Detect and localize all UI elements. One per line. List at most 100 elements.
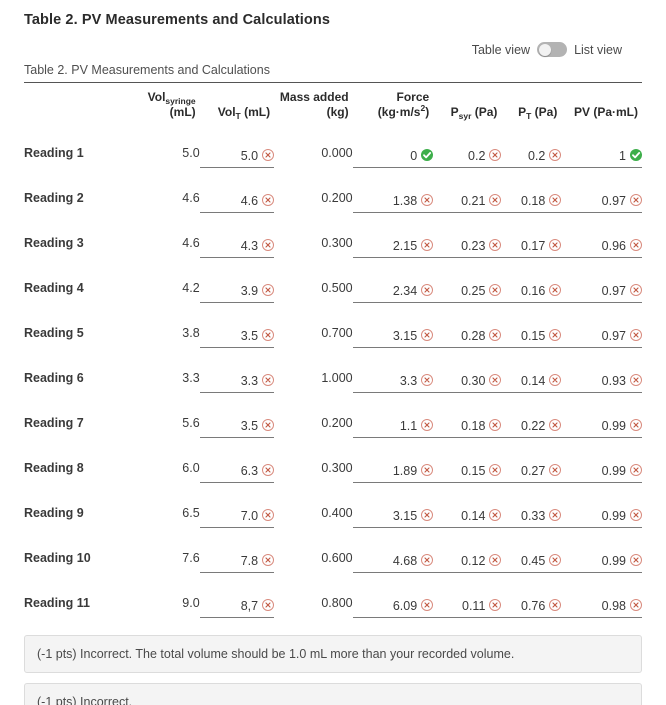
cell-pt[interactable]: 0.76 [501, 580, 562, 625]
cell-psyr[interactable]: 0.11 [433, 580, 502, 625]
cell-psyr[interactable]: 0.21 [433, 175, 502, 220]
input-volt[interactable]: 7.0 [199, 506, 275, 528]
cell-psyr[interactable]: 0.2 [433, 130, 502, 175]
input-pv[interactable]: 0.93 [561, 371, 642, 393]
cell-pt[interactable]: 0.16 [501, 265, 562, 310]
input-psyr[interactable]: 0.25 [433, 281, 502, 303]
cell-volt[interactable]: 6.3 [199, 445, 275, 490]
input-pt[interactable]: 0.17 [501, 236, 562, 258]
cell-force[interactable]: 1.1 [352, 400, 434, 445]
input-pv[interactable]: 0.99 [561, 551, 642, 573]
input-psyr[interactable]: 0.30 [433, 371, 502, 393]
input-psyr[interactable]: 0.28 [433, 326, 502, 348]
cell-pv[interactable]: 0.97 [561, 310, 642, 355]
input-psyr[interactable]: 0.2 [433, 146, 502, 168]
cell-volt[interactable]: 3.3 [199, 355, 275, 400]
input-pt[interactable]: 0.14 [501, 371, 562, 393]
input-force[interactable]: 4.68 [352, 551, 434, 573]
cell-pt[interactable]: 0.27 [501, 445, 562, 490]
input-pv[interactable]: 0.99 [561, 461, 642, 483]
input-force[interactable]: 2.15 [352, 236, 434, 258]
input-pv[interactable]: 0.96 [561, 236, 642, 258]
input-pt[interactable]: 0.15 [501, 326, 562, 348]
cell-pv[interactable]: 0.99 [561, 490, 642, 535]
cell-pv[interactable]: 1 [561, 130, 642, 175]
input-volt[interactable]: 8,7 [199, 596, 275, 618]
cell-volt[interactable]: 7.0 [199, 490, 275, 535]
cell-pt[interactable]: 0.17 [501, 220, 562, 265]
cell-pv[interactable]: 0.97 [561, 175, 642, 220]
cell-pv[interactable]: 0.93 [561, 355, 642, 400]
input-psyr[interactable]: 0.14 [433, 506, 502, 528]
input-pt[interactable]: 0.2 [501, 146, 562, 168]
cell-psyr[interactable]: 0.12 [433, 535, 502, 580]
input-psyr[interactable]: 0.21 [433, 191, 502, 213]
cell-psyr[interactable]: 0.14 [433, 490, 502, 535]
input-volt[interactable]: 6.3 [199, 461, 275, 483]
cell-pt[interactable]: 0.18 [501, 175, 562, 220]
cell-pt[interactable]: 0.14 [501, 355, 562, 400]
cell-pv[interactable]: 0.96 [561, 220, 642, 265]
input-pv[interactable]: 0.99 [561, 506, 642, 528]
input-psyr[interactable]: 0.15 [433, 461, 502, 483]
input-force[interactable]: 3.3 [352, 371, 434, 393]
input-volt[interactable]: 3.9 [199, 281, 275, 303]
input-volt[interactable]: 4.3 [199, 236, 275, 258]
cell-volt[interactable]: 4.3 [199, 220, 275, 265]
input-force[interactable]: 6.09 [352, 596, 434, 618]
input-force[interactable]: 0 [352, 146, 434, 168]
input-volt[interactable]: 3.3 [199, 371, 275, 393]
input-force[interactable]: 3.15 [352, 326, 434, 348]
input-pt[interactable]: 0.45 [501, 551, 562, 573]
cell-force[interactable]: 3.15 [352, 310, 434, 355]
input-pv[interactable]: 0.99 [561, 416, 642, 438]
cell-psyr[interactable]: 0.23 [433, 220, 502, 265]
cell-psyr[interactable]: 0.30 [433, 355, 502, 400]
cell-volt[interactable]: 3.5 [199, 400, 275, 445]
cell-pt[interactable]: 0.45 [501, 535, 562, 580]
cell-force[interactable]: 2.34 [352, 265, 434, 310]
cell-force[interactable]: 0 [352, 130, 434, 175]
cell-force[interactable]: 3.3 [352, 355, 434, 400]
input-pt[interactable]: 0.33 [501, 506, 562, 528]
input-pt[interactable]: 0.27 [501, 461, 562, 483]
view-mode-toggle-switch[interactable] [537, 42, 568, 57]
cell-force[interactable]: 3.15 [352, 490, 434, 535]
cell-pt[interactable]: 0.15 [501, 310, 562, 355]
cell-force[interactable]: 2.15 [352, 220, 434, 265]
cell-force[interactable]: 6.09 [352, 580, 434, 625]
input-pv[interactable]: 0.97 [561, 281, 642, 303]
input-pt[interactable]: 0.18 [501, 191, 562, 213]
cell-pt[interactable]: 0.33 [501, 490, 562, 535]
cell-force[interactable]: 4.68 [352, 535, 434, 580]
input-pv[interactable]: 0.97 [561, 326, 642, 348]
cell-volt[interactable]: 4.6 [199, 175, 275, 220]
input-psyr[interactable]: 0.18 [433, 416, 502, 438]
input-pt[interactable]: 0.16 [501, 281, 562, 303]
cell-force[interactable]: 1.89 [352, 445, 434, 490]
cell-pv[interactable]: 0.98 [561, 580, 642, 625]
input-pv[interactable]: 0.97 [561, 191, 642, 213]
input-force[interactable]: 2.34 [352, 281, 434, 303]
input-psyr[interactable]: 0.11 [433, 596, 502, 618]
cell-psyr[interactable]: 0.18 [433, 400, 502, 445]
input-psyr[interactable]: 0.23 [433, 236, 502, 258]
cell-volt[interactable]: 7.8 [199, 535, 275, 580]
cell-pv[interactable]: 0.99 [561, 535, 642, 580]
cell-volt[interactable]: 3.5 [199, 310, 275, 355]
cell-force[interactable]: 1.38 [352, 175, 434, 220]
input-pv[interactable]: 1 [561, 146, 642, 168]
input-volt[interactable]: 3.5 [199, 416, 275, 438]
input-pt[interactable]: 0.76 [501, 596, 562, 618]
cell-psyr[interactable]: 0.15 [433, 445, 502, 490]
input-volt[interactable]: 4.6 [199, 191, 275, 213]
cell-pv[interactable]: 0.99 [561, 445, 642, 490]
input-volt[interactable]: 3.5 [199, 326, 275, 348]
input-force[interactable]: 1.1 [352, 416, 434, 438]
cell-psyr[interactable]: 0.25 [433, 265, 502, 310]
cell-psyr[interactable]: 0.28 [433, 310, 502, 355]
input-volt[interactable]: 5.0 [199, 146, 275, 168]
cell-volt[interactable]: 5.0 [199, 130, 275, 175]
cell-volt[interactable]: 8,7 [199, 580, 275, 625]
cell-pt[interactable]: 0.22 [501, 400, 562, 445]
